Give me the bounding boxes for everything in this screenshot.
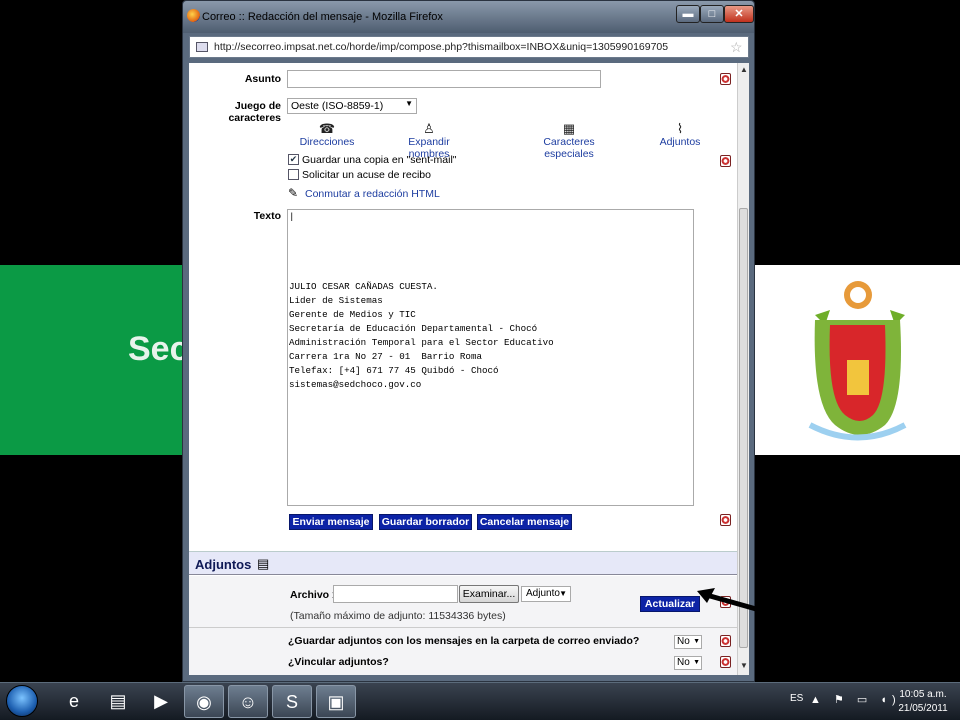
- addresses-label: Direcciones: [299, 136, 355, 148]
- save-attachments-question: ¿Guardar adjuntos con los mensajes en la…: [288, 635, 640, 647]
- special-characters-icon: ▦: [562, 121, 576, 136]
- divider: [189, 627, 737, 628]
- cancel-button[interactable]: Cancelar mensaje: [477, 514, 572, 530]
- annotation-arrow: [697, 588, 775, 617]
- dropdown-arrow-icon: ▼: [559, 589, 567, 598]
- clock[interactable]: 10:05 a.m. 21/05/2011: [898, 688, 948, 716]
- message-body-textarea[interactable]: | JULIO CESAR CAÑADAS CUESTA. Lider de S…: [287, 209, 694, 506]
- window-titlebar[interactable]: Correo :: Redacción del mensaje - Mozill…: [183, 1, 754, 33]
- switch-html-link[interactable]: Conmutar a redacción HTML: [305, 188, 440, 200]
- media-player-taskbar-icon[interactable]: ▶: [141, 685, 181, 718]
- save-attachments-select[interactable]: No ▼: [674, 635, 702, 649]
- update-button[interactable]: Actualizar: [640, 596, 700, 612]
- send-button[interactable]: Enviar mensaje: [289, 514, 373, 530]
- file-explorer-taskbar-icon[interactable]: ▤: [98, 685, 138, 718]
- signature-line: Administración Temporal para el Sector E…: [289, 337, 554, 348]
- save-copy-checkbox[interactable]: ✔: [288, 154, 299, 165]
- compose-page: Asunto Juego de caracteres Oeste (ISO-88…: [189, 63, 749, 675]
- scrollbar-thumb[interactable]: [739, 208, 748, 648]
- firefox-icon: [187, 9, 200, 22]
- browse-button[interactable]: Examinar...: [459, 585, 519, 603]
- signature-line: Carrera 1ra No 27 - 01 Barrio Roma: [289, 351, 482, 362]
- text-label: Texto: [253, 210, 281, 222]
- paperclip-icon: ⌇: [676, 121, 684, 136]
- castle-tower: [847, 360, 869, 395]
- file-input[interactable]: [333, 585, 458, 603]
- vertical-scrollbar[interactable]: ▲ ▼: [737, 63, 749, 675]
- signature-line: Gerente de Medios y TIC: [289, 309, 416, 320]
- coat-of-arms-image: [808, 281, 907, 441]
- special-characters-label: Caracteres especiales: [543, 136, 595, 160]
- maximize-button[interactable]: □: [700, 5, 724, 23]
- blank-lines: |: [289, 211, 295, 222]
- desktop-coat-of-arms-panel: [755, 265, 960, 455]
- help-icon[interactable]: [720, 514, 731, 526]
- save-draft-button[interactable]: Guardar borrador: [379, 514, 472, 530]
- url-text[interactable]: http://secorreo.impsat.net.co/horde/imp/…: [214, 41, 668, 53]
- link-attachments-question: ¿Vincular adjuntos?: [288, 656, 389, 668]
- read-receipt-checkbox[interactable]: [288, 169, 299, 180]
- banner-text: Secr: [128, 330, 183, 368]
- subject-label: Asunto: [244, 73, 281, 85]
- scroll-down-icon[interactable]: ▼: [740, 661, 748, 670]
- url-bar[interactable]: http://secorreo.impsat.net.co/horde/imp/…: [189, 36, 749, 58]
- skype-taskbar-icon[interactable]: S: [272, 685, 312, 718]
- start-button[interactable]: [6, 685, 38, 717]
- close-button[interactable]: ✕: [724, 5, 754, 23]
- signature-line: Lider de Sistemas: [289, 295, 383, 306]
- powerpoint-taskbar-icon[interactable]: ▣: [316, 685, 356, 718]
- read-receipt-label: Solicitar un acuse de recibo: [302, 169, 431, 181]
- minimize-button[interactable]: ▬: [676, 5, 700, 23]
- attachments-section-header: Adjuntos ▤: [189, 551, 737, 575]
- attachments-toolbar-button[interactable]: ⌇ Adjuntos: [655, 121, 705, 148]
- dropdown-arrow-icon: ▼: [693, 638, 700, 645]
- signature-line: JULIO CESAR CAÑADAS CUESTA.: [289, 281, 438, 292]
- subject-input[interactable]: [287, 70, 601, 88]
- disposition-select[interactable]: Adjunto ▼: [521, 586, 571, 602]
- clock-date: 21/05/2011: [898, 703, 948, 714]
- help-icon[interactable]: [720, 73, 731, 85]
- internet-explorer-taskbar-icon[interactable]: e: [54, 685, 94, 718]
- edit-html-icon: ✎: [288, 186, 299, 200]
- disposition-value: Adjunto: [526, 588, 560, 599]
- attachments-section: Archivo 1: Examinar... Adjunto ▼ Actuali…: [189, 576, 737, 675]
- attachments-toolbar-label: Adjuntos: [659, 136, 701, 148]
- messenger-taskbar-icon[interactable]: ☺: [228, 685, 268, 718]
- expand-names-icon: ♙: [423, 121, 435, 136]
- signature-line: Telefax: [+4] 671 77 45 Quibdó - Chocó: [289, 365, 499, 376]
- link-attachments-value: No: [677, 657, 690, 668]
- firefox-window: Correo :: Redacción del mensaje - Mozill…: [182, 0, 775, 682]
- save-copy-label: Guardar una copia en "sent-mail": [302, 154, 457, 166]
- taskbar: e ▤ ▶ ◉ ☺ S ▣ ES ▲ ⚑ ▭ ◖) 10:05 a.m. 21/…: [0, 682, 960, 720]
- help-icon[interactable]: [720, 155, 731, 167]
- dropdown-arrow-icon: ▼: [405, 99, 413, 108]
- window-title: Correo :: Redacción del mensaje - Mozill…: [202, 11, 443, 23]
- help-icon[interactable]: [720, 635, 731, 647]
- mail-site-icon: [196, 42, 208, 52]
- max-size-note: (Tamaño máximo de adjunto: 11534336 byte…: [290, 610, 506, 622]
- firefox-taskbar-icon[interactable]: ◉: [184, 685, 224, 718]
- desktop-green-banner: Secr: [0, 265, 183, 455]
- address-book-icon: ☎: [318, 121, 336, 136]
- signature-line: Secretaría de Educación Departamental - …: [289, 323, 538, 334]
- tray-icons[interactable]: ▲ ⚑ ▭ ◖): [810, 693, 901, 706]
- clock-time: 10:05 a.m.: [899, 689, 947, 700]
- scroll-up-icon[interactable]: ▲: [740, 65, 748, 74]
- attachment-icon: ▤: [257, 556, 270, 571]
- addresses-button[interactable]: ☎ Direcciones: [297, 121, 357, 148]
- signature-line: sistemas@sedchoco.gov.co: [289, 379, 422, 390]
- charset-value: Oeste (ISO-8859-1): [291, 100, 384, 112]
- help-icon[interactable]: [720, 656, 731, 668]
- bookmark-star-icon[interactable]: ☆: [730, 39, 743, 56]
- special-characters-button[interactable]: ▦ Caracteres especiales: [519, 121, 619, 160]
- charset-label: Juego de caracteres: [228, 100, 281, 124]
- charset-select[interactable]: Oeste (ISO-8859-1) ▼: [287, 98, 417, 114]
- attachments-title: Adjuntos: [195, 557, 252, 572]
- dropdown-arrow-icon: ▼: [693, 659, 700, 666]
- language-indicator[interactable]: ES: [790, 693, 803, 704]
- link-attachments-select[interactable]: No ▼: [674, 656, 702, 670]
- save-attachments-value: No: [677, 636, 690, 647]
